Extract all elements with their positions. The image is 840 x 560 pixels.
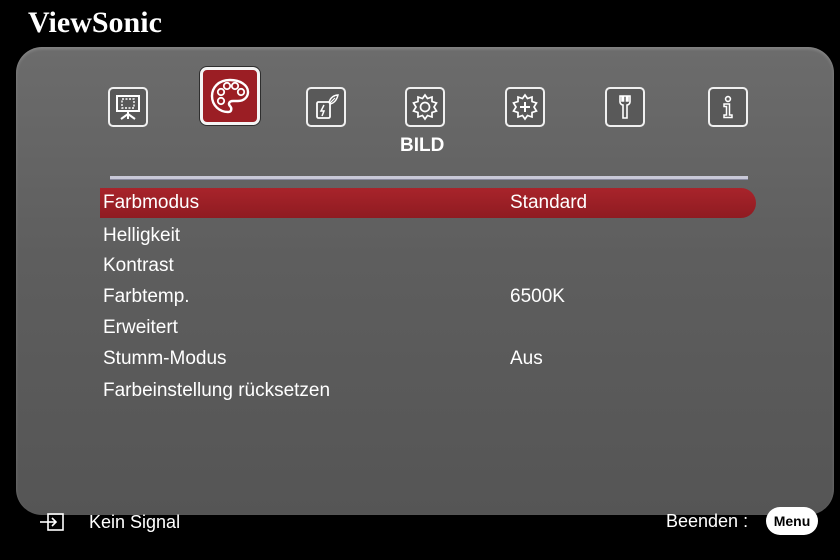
tab-system[interactable]	[605, 87, 645, 127]
info-icon	[723, 95, 733, 119]
basic-gear-icon	[412, 93, 438, 121]
menu-item-reset-color[interactable]: Farbeinstellung rücksetzen	[103, 377, 753, 405]
palette-icon	[210, 78, 250, 114]
menu-item-contrast[interactable]: Kontrast	[103, 252, 753, 280]
menu-key-button[interactable]: Menu	[766, 507, 818, 535]
menu-item-color-temp[interactable]: Farbtemp. 6500K	[103, 283, 753, 311]
menu-item-label: Helligkeit	[103, 225, 181, 246]
power-eco-icon	[316, 94, 339, 119]
system-wrench-icon	[619, 95, 631, 119]
osd-screen: ViewSonic BILD Farbmodus Standard Hellig…	[0, 0, 840, 560]
menu-item-label: Stumm-Modus	[103, 348, 227, 369]
brand-logo: ViewSonic	[28, 6, 162, 39]
display-icon	[116, 95, 140, 120]
menu-item-value: 6500K	[510, 286, 565, 307]
menu-item-label: Farbtemp.	[103, 286, 190, 307]
signal-status: Kein Signal	[89, 512, 181, 532]
menu-item-label: Farbeinstellung rücksetzen	[103, 380, 331, 401]
active-tab-title: BILD	[400, 135, 445, 156]
menu-item-color-mode[interactable]: Farbmodus Standard	[100, 188, 756, 218]
menu-item-silent-mode[interactable]: Stumm-Modus Aus	[103, 345, 753, 373]
menu-item-label: Farbmodus	[103, 192, 200, 213]
tab-basic[interactable]	[405, 87, 445, 127]
menu-item-advanced[interactable]: Erweitert	[103, 314, 753, 342]
menu-item-brightness[interactable]: Helligkeit	[103, 222, 753, 250]
menu-item-label: Erweitert	[103, 317, 178, 338]
input-source-icon	[38, 511, 66, 538]
tab-information[interactable]	[708, 87, 748, 127]
menu-item-label: Kontrast	[103, 255, 174, 276]
tab-display[interactable]	[108, 87, 148, 127]
tab-picture[interactable]	[200, 67, 260, 125]
exit-label: Beenden :	[666, 511, 749, 531]
menu-item-value: Standard	[510, 192, 588, 213]
divider	[110, 176, 748, 180]
advanced-gear-icon	[512, 93, 538, 121]
tab-advanced[interactable]	[505, 87, 545, 127]
tab-power[interactable]	[306, 87, 346, 127]
menu-item-value: Aus	[510, 348, 543, 369]
